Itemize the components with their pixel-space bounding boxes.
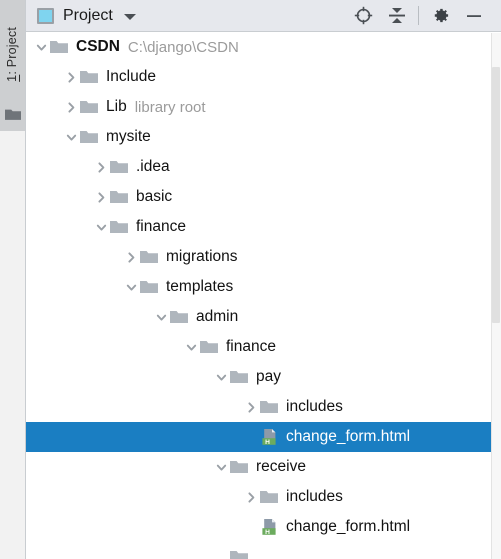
folder-icon [140,272,162,302]
tool-window-tab-label: 1: Project [5,26,20,82]
chevron-down-icon[interactable] [212,452,230,482]
chevron-right-icon[interactable] [242,392,260,422]
tree-row-label: finance [136,218,186,236]
tree-row-selected[interactable]: Hchange_form.html [26,422,501,452]
tree-row[interactable]: receive [26,452,501,482]
toolbar-separator [418,6,419,25]
tree-row-label: Include [106,68,156,86]
tree-row-label: mysite [106,128,151,146]
tree-indent-spacer [212,542,230,559]
folder-icon [230,362,252,392]
tree-row-label: change_form.html [286,428,411,446]
folder-icon [140,242,162,272]
tree-row-label: includes [286,398,343,416]
tree-row-label: .idea [136,158,170,176]
folder-icon [110,152,132,182]
tree-row[interactable]: templates [26,272,501,302]
chevron-right-icon[interactable] [92,182,110,212]
tree-row-label: pay [256,368,281,386]
folder-icon [80,62,102,92]
chevron-right-icon[interactable] [92,152,110,182]
project-header-left: Project [26,6,136,24]
vertical-scrollbar-thumb[interactable] [492,67,500,323]
tree-indent-spacer [242,512,260,542]
page-title: Project [63,6,113,24]
chevron-right-icon[interactable] [62,62,80,92]
chevron-down-icon[interactable] [62,122,80,152]
svg-text:H: H [265,529,270,536]
html-file-icon: H [260,512,282,542]
tree-row-hint: library root [134,98,206,116]
folder-icon [260,392,282,422]
chevron-down-icon[interactable] [182,332,200,362]
folder-icon [50,32,72,62]
tree-row[interactable]: finance [26,332,501,362]
tree-row[interactable]: finance [26,212,501,242]
chevron-down-icon[interactable] [122,272,140,302]
left-tool-strip: 1: Project [0,0,26,559]
locate-icon[interactable] [346,1,380,31]
chevron-down-icon[interactable] [212,362,230,392]
folder-icon [110,182,132,212]
collapse-all-icon[interactable] [380,1,414,31]
chevron-down-icon[interactable] [32,32,50,62]
tree-row[interactable] [26,542,501,559]
tree-row-label: Lib [106,98,127,116]
tool-window-tab-project[interactable]: 1: Project [0,6,25,102]
tree-row-label: includes [286,488,343,506]
tree-row[interactable]: .idea [26,152,501,182]
project-panel: Project CSDN C:\django\CSDN Include Lib … [26,0,501,559]
tree-row[interactable]: includes [26,482,501,512]
tree-row[interactable]: admin [26,302,501,332]
project-tree[interactable]: CSDN C:\django\CSDN Include Lib library root… [26,32,501,559]
chevron-down-icon[interactable] [92,212,110,242]
folder-icon [170,302,192,332]
minimize-icon[interactable] [457,1,491,31]
folder-icon [80,92,102,122]
folder-icon [200,332,222,362]
tree-row[interactable]: Hchange_form.html [26,512,501,542]
tree-indent-spacer [242,422,260,452]
tree-row[interactable]: mysite [26,122,501,152]
tree-row-label: basic [136,188,173,206]
tree-row-label: templates [166,278,234,296]
gear-icon[interactable] [423,1,457,31]
tree-row-label: CSDN [76,38,120,56]
folder-icon [230,452,252,482]
chevron-down-icon[interactable] [123,13,136,20]
project-header: Project [26,0,501,32]
chevron-right-icon[interactable] [122,242,140,272]
folder-icon [230,542,252,559]
chevron-down-icon[interactable] [152,302,170,332]
chevron-right-icon[interactable] [62,92,80,122]
tree-row-label: receive [256,458,306,476]
tree-row[interactable]: pay [26,362,501,392]
tool-window-tab-text: : Project [5,26,20,75]
tree-row[interactable]: Include [26,62,501,92]
folder-icon [80,122,102,152]
project-tool-window: 1: Project Project CSDN C:\django\CSDN I… [0,0,501,559]
tree-row[interactable]: includes [26,392,501,422]
svg-text:H: H [265,439,270,446]
project-header-toolbar [346,1,501,31]
tree-row[interactable]: Lib library root [26,92,501,122]
tree-row-label: finance [226,338,276,356]
tree-row[interactable]: basic [26,182,501,212]
folder-icon [110,212,132,242]
tree-row-hint: C:\django\CSDN [127,38,239,56]
chevron-right-icon[interactable] [242,482,260,512]
tree-row[interactable]: CSDN C:\django\CSDN [26,32,501,62]
tree-row-label: admin [196,308,239,326]
project-window-icon [37,7,54,24]
folder-icon [260,482,282,512]
tool-window-tab-mnemonic: 1 [5,74,20,82]
tree-row-label: change_form.html [286,518,411,536]
html-file-icon: H [260,422,282,452]
tree-row-label: migrations [166,248,238,266]
tree-row[interactable]: migrations [26,242,501,272]
vertical-scrollbar-track[interactable] [491,33,501,559]
folder-icon[interactable] [5,108,21,121]
